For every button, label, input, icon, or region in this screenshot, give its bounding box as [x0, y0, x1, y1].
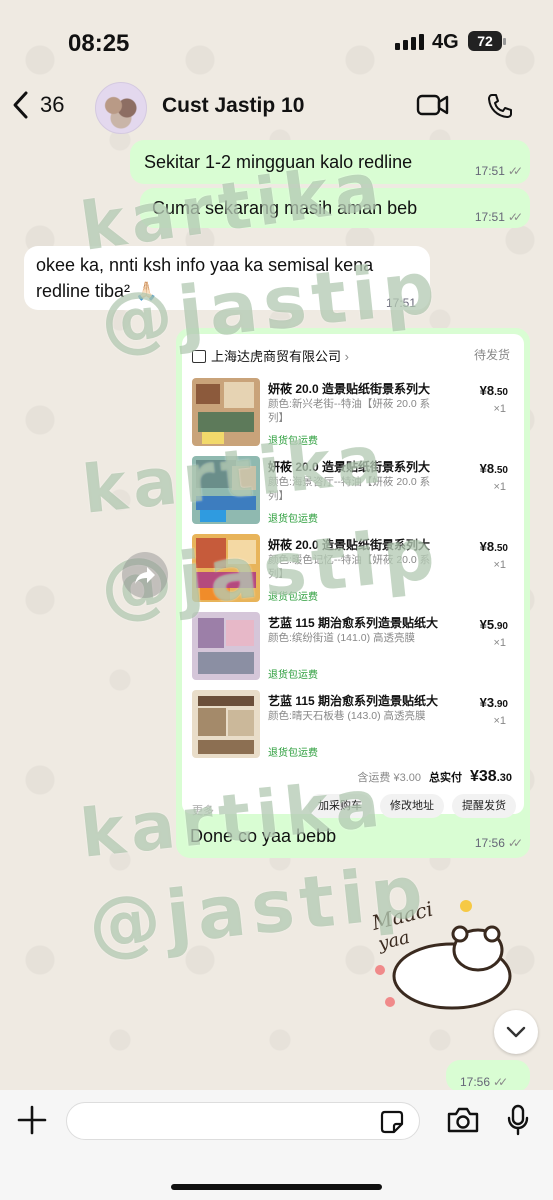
chat-header: 36 Cust Jastip 10	[0, 80, 553, 136]
item-title: 艺蓝 115 期治愈系列造景贴纸大	[268, 616, 439, 630]
message-meta: 17:51	[386, 290, 416, 316]
product-thumbnail	[192, 534, 260, 602]
message-time: 17:51	[474, 164, 505, 178]
read-ticks-icon: ✓✓	[507, 164, 523, 178]
message-text: Cuma sekarang masih aman beb	[152, 198, 418, 218]
item-price: ¥5.90	[479, 617, 508, 632]
shop-row: 上海达虎商贸有限公司 › 待发货	[192, 346, 514, 368]
order-screenshot: 上海达虎商贸有限公司 › 待发货 妍莜 20.0 造景贴纸街景系列大 颜色:新兴…	[182, 334, 524, 814]
order-status: 待发货	[473, 348, 510, 362]
shipping-fee: 含运费 ¥3.00	[357, 772, 421, 784]
order-item: 妍莜 20.0 造景贴纸街景系列大 颜色:暖色记忆--特油【妍莜 20.0 系列…	[192, 534, 514, 608]
image-message[interactable]: 上海达虎商贸有限公司 › 待发货 妍莜 20.0 造景贴纸街景系列大 颜色:新兴…	[176, 328, 530, 858]
item-spec: 颜色:海景咨厅--特油【妍莜 20.0 系列】	[268, 476, 431, 502]
order-totals: 含运费 ¥3.00 总实付 ¥38.30	[357, 768, 512, 786]
scroll-to-bottom-button[interactable]	[494, 1010, 538, 1054]
item-price: ¥8.50	[479, 461, 508, 476]
item-tag: 退货包运费	[268, 514, 318, 525]
read-ticks-icon: ✓✓	[507, 836, 523, 850]
shop-name: 上海达虎商贸有限公司	[211, 349, 342, 364]
network-type: 4G	[432, 31, 459, 53]
contact-name[interactable]: Cust Jastip 10	[162, 94, 304, 118]
order-actions: 更多 加采购车 修改地址 提醒发货	[182, 794, 524, 824]
item-qty: ×1	[493, 481, 506, 493]
phone-icon[interactable]	[486, 92, 514, 120]
product-thumbnail	[192, 612, 260, 680]
outgoing-message[interactable]: Cuma sekarang masih aman beb 17:51 ✓✓	[140, 188, 530, 228]
item-tag: 退货包运费	[268, 436, 318, 447]
store-icon	[192, 350, 206, 363]
signal-icon	[395, 34, 424, 50]
message-meta: 17:51 ✓✓	[474, 158, 523, 184]
sticker-icon[interactable]	[379, 1109, 405, 1135]
order-item: 艺蓝 115 期治愈系列造景贴纸大 颜色:缤纷街道 (141.0) 高透亮膜 退…	[192, 612, 514, 686]
item-spec: 颜色:缤纷街道 (141.0) 高透亮膜	[268, 632, 416, 644]
item-qty: ×1	[493, 715, 506, 727]
item-spec: 颜色:新兴老街--特油【妍莜 20.0 系列】	[268, 398, 431, 424]
total-amount: ¥38.30	[470, 768, 512, 785]
item-spec: 颜色:晴天石板巷 (143.0) 高透亮膜	[268, 710, 426, 722]
product-thumbnail	[192, 690, 260, 758]
status-time: 08:25	[68, 30, 130, 57]
forward-button[interactable]	[122, 552, 168, 598]
item-title: 妍莜 20.0 造景贴纸街景系列大	[268, 460, 431, 474]
sticker-image[interactable]: Maaci yaa	[360, 890, 520, 1010]
read-ticks-icon: ✓✓	[507, 210, 523, 224]
item-price: ¥8.50	[479, 539, 508, 554]
item-spec: 颜色:暖色记忆--特油【妍莜 20.0 系列】	[268, 554, 431, 580]
message-text: Done co yaa bebb	[190, 826, 337, 846]
item-qty: ×1	[493, 559, 506, 571]
message-input[interactable]	[66, 1102, 420, 1140]
avatar[interactable]	[95, 82, 147, 134]
order-item: 妍莜 20.0 造景贴纸街景系列大 颜色:海景咨厅--特油【妍莜 20.0 系列…	[192, 456, 514, 530]
video-call-icon[interactable]	[416, 92, 450, 118]
item-qty: ×1	[493, 403, 506, 415]
status-bar: 08:25 4G 72	[0, 0, 553, 80]
incoming-message[interactable]: okee ka, nnti ksh info yaa ka semisal ke…	[24, 246, 430, 310]
unread-count: 36	[40, 92, 65, 117]
item-tag: 退货包运费	[268, 592, 318, 603]
camera-icon[interactable]	[446, 1106, 480, 1134]
item-title: 妍莜 20.0 造景贴纸街景系列大	[268, 382, 431, 396]
item-title: 妍莜 20.0 造景贴纸街景系列大	[268, 538, 431, 552]
mic-icon[interactable]	[506, 1104, 530, 1136]
message-meta: 17:51 ✓✓	[474, 204, 523, 230]
forward-icon	[135, 567, 155, 584]
item-qty: ×1	[493, 637, 506, 649]
order-item: 妍莜 20.0 造景贴纸街景系列大 颜色:新兴老街--特油【妍莜 20.0 系列…	[192, 378, 514, 452]
order-item: 艺蓝 115 期治愈系列造景贴纸大 颜色:晴天石板巷 (143.0) 高透亮膜 …	[192, 690, 514, 764]
message-time: 17:51	[474, 210, 505, 224]
message-text: Sekitar 1-2 mingguan kalo redline	[144, 152, 413, 172]
back-chevron-icon	[13, 91, 28, 119]
outgoing-message[interactable]: Sekitar 1-2 mingguan kalo redline 17:51 …	[130, 140, 530, 184]
product-thumbnail	[192, 378, 260, 446]
message-time: 17:56	[474, 836, 505, 850]
item-title: 艺蓝 115 期治愈系列造景贴纸大	[268, 694, 439, 708]
more-link: 更多	[192, 805, 214, 817]
product-thumbnail	[192, 456, 260, 524]
remind-shipping-button: 提醒发货	[452, 794, 516, 818]
back-button[interactable]: 36	[10, 90, 64, 120]
item-price: ¥3.90	[479, 695, 508, 710]
edit-address-button: 修改地址	[380, 794, 444, 818]
outgoing-message[interactable]: 17:56 ✓✓	[446, 1060, 530, 1092]
message-time: 17:51	[385, 296, 416, 310]
total-label: 总实付	[429, 772, 462, 784]
item-price: ¥8.50	[479, 383, 508, 398]
battery-icon: 72	[468, 31, 506, 51]
message-meta: 17:56 ✓✓	[474, 836, 523, 850]
plus-icon[interactable]	[16, 1104, 48, 1136]
chevron-down-icon	[506, 1026, 526, 1038]
add-to-cart-button: 加采购车	[308, 794, 372, 818]
home-indicator	[171, 1184, 382, 1190]
item-tag: 退货包运费	[268, 670, 318, 681]
item-tag: 退货包运费	[268, 748, 318, 759]
message-text: okee ka, nnti ksh info yaa ka semisal ke…	[36, 255, 374, 301]
